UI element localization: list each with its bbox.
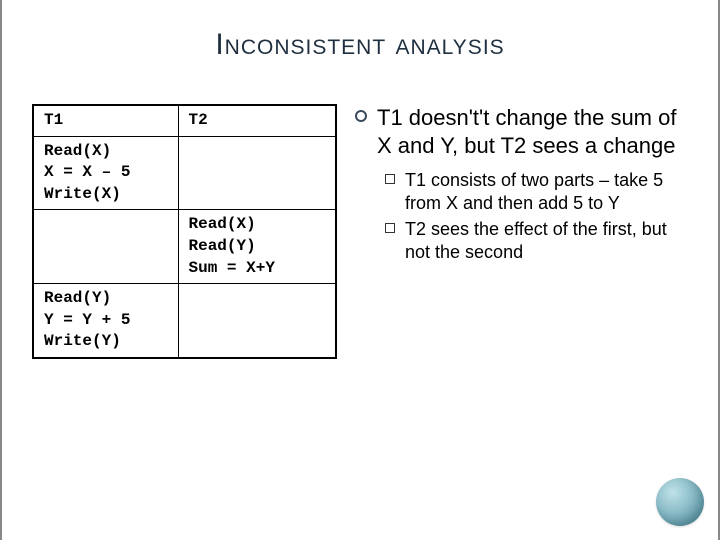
- cell: Read(X) X = X – 5 Write(X): [33, 136, 178, 210]
- lead-text: T1 doesn't't change the sum of X and Y, …: [377, 104, 688, 159]
- table-row: Read(Y) Y = Y + 5 Write(Y): [33, 284, 336, 358]
- slide: Inconsistent analysis T1 T2 Read(X) X = …: [0, 0, 720, 540]
- sub-text: T1 consists of two parts – take 5 from X…: [405, 169, 688, 214]
- slide-title: Inconsistent analysis: [26, 28, 694, 62]
- sub-text: T2 sees the effect of the first, but not…: [405, 218, 688, 263]
- notes-panel: T1 doesn't't change the sum of X and Y, …: [355, 104, 688, 359]
- lead-bullet-item: T1 doesn't't change the sum of X and Y, …: [355, 104, 688, 159]
- decorative-sphere-icon: [656, 478, 704, 526]
- square-bullet-icon: [385, 174, 395, 184]
- cell: [33, 210, 178, 284]
- col-header-t1: T1: [33, 105, 178, 136]
- cell: Read(X) Read(Y) Sum = X+Y: [178, 210, 336, 284]
- transaction-table: T1 T2 Read(X) X = X – 5 Write(X) Read(X)…: [32, 104, 337, 359]
- cell: [178, 284, 336, 358]
- sub-bullet-list: T1 consists of two parts – take 5 from X…: [355, 169, 688, 263]
- table-header-row: T1 T2: [33, 105, 336, 136]
- table-row: Read(X) X = X – 5 Write(X): [33, 136, 336, 210]
- sub-bullet-item: T1 consists of two parts – take 5 from X…: [385, 169, 688, 214]
- square-bullet-icon: [385, 223, 395, 233]
- circle-bullet-icon: [355, 110, 367, 122]
- table-row: Read(X) Read(Y) Sum = X+Y: [33, 210, 336, 284]
- content-row: T1 T2 Read(X) X = X – 5 Write(X) Read(X)…: [26, 104, 694, 359]
- cell: [178, 136, 336, 210]
- sub-bullet-item: T2 sees the effect of the first, but not…: [385, 218, 688, 263]
- col-header-t2: T2: [178, 105, 336, 136]
- cell: Read(Y) Y = Y + 5 Write(Y): [33, 284, 178, 358]
